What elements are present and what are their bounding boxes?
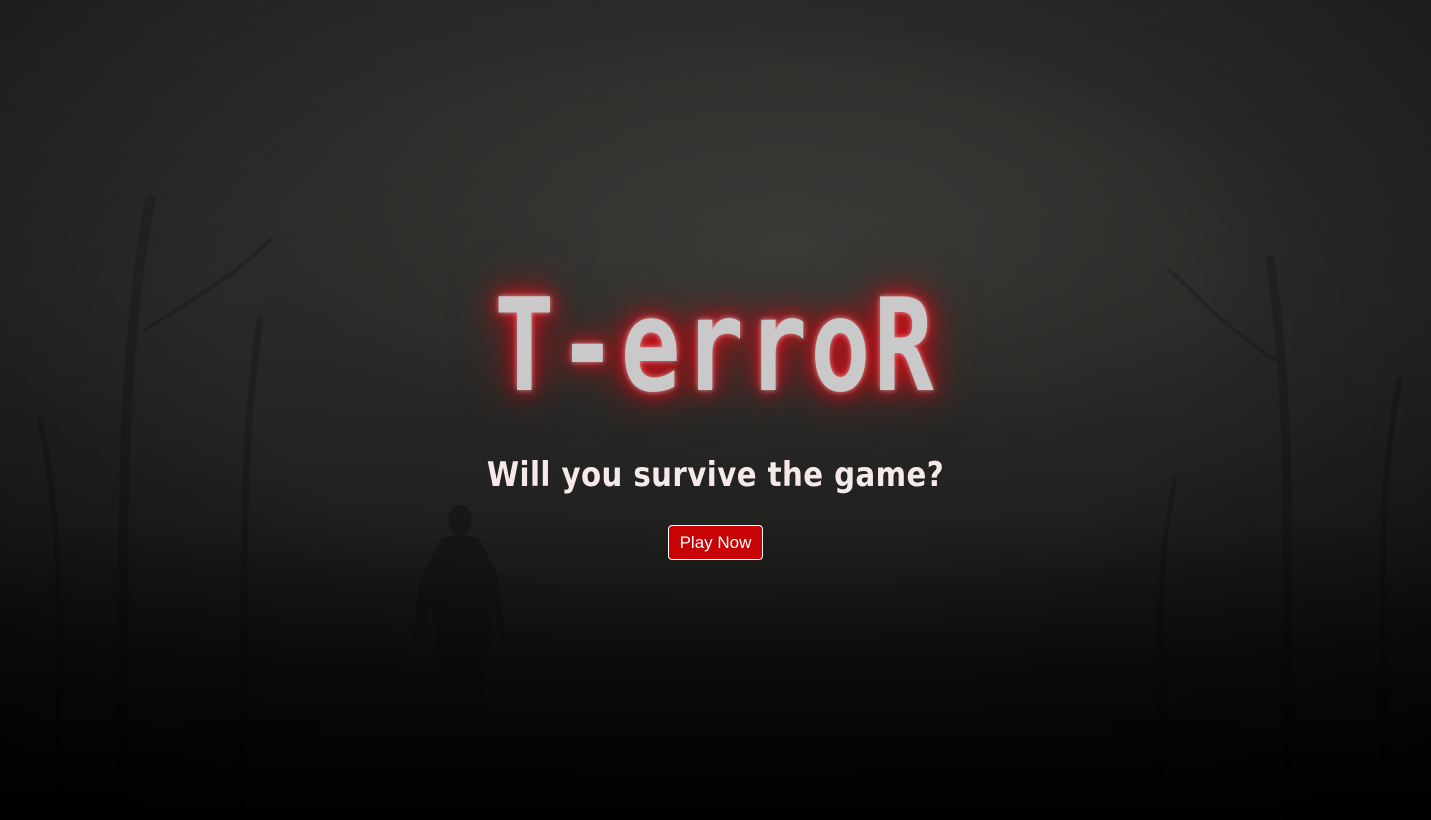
game-title: T-erroR	[494, 272, 937, 421]
tagline: Will you survive the game?	[486, 455, 945, 495]
game-landing-screen: T-erroR Will you survive the game? Play …	[0, 0, 1431, 820]
fog-overlay	[0, 520, 1431, 820]
hero-section: T-erroR Will you survive the game? Play …	[0, 283, 1431, 560]
play-now-button[interactable]: Play Now	[667, 525, 764, 560]
